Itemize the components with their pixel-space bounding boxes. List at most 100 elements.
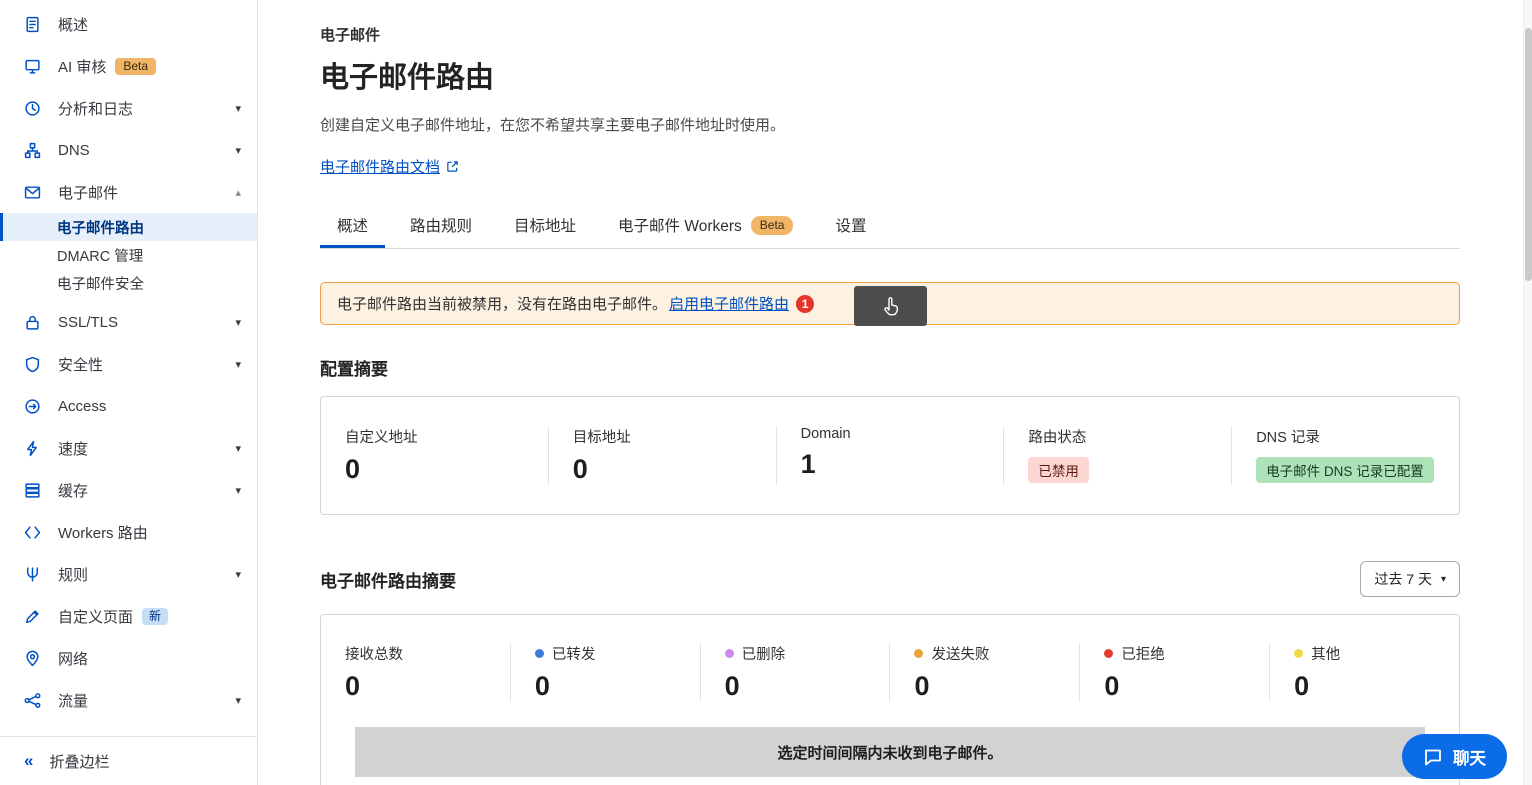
access-icon bbox=[24, 398, 43, 415]
new-badge: 新 bbox=[142, 608, 168, 625]
hand-pointer-icon bbox=[879, 294, 903, 318]
section-eyebrow: 电子邮件 bbox=[320, 24, 1460, 45]
stat-value: 0 bbox=[535, 671, 676, 702]
sidebar-item-dmarc[interactable]: DMARC 管理 bbox=[0, 241, 257, 269]
stat-delivery-failed: 发送失败 0 bbox=[889, 643, 1079, 702]
tab-overview[interactable]: 概述 bbox=[320, 204, 385, 248]
beta-badge: Beta bbox=[751, 216, 794, 235]
stat-routing-status: 路由状态 已禁用 bbox=[1003, 426, 1231, 485]
sidebar-item-access[interactable]: Access bbox=[0, 385, 257, 427]
tab-label: 概述 bbox=[337, 214, 368, 236]
sidebar-item-label: 电子邮件安全 bbox=[57, 273, 144, 294]
stat-label: 自定义地址 bbox=[345, 426, 524, 447]
config-summary-card: 自定义地址 0 目标地址 0 Domain 1 路由状态 已禁用 DNS 记录 … bbox=[320, 396, 1460, 515]
period-dropdown[interactable]: 过去 7 天 ▾ bbox=[1360, 561, 1460, 597]
tab-label: 设置 bbox=[835, 214, 866, 236]
page-description: 创建自定义电子邮件地址，在您不希望共享主要电子邮件地址时使用。 bbox=[320, 114, 1460, 135]
period-dropdown-value: 过去 7 天 bbox=[1374, 569, 1432, 589]
scrollbar[interactable] bbox=[1523, 0, 1532, 785]
page-title: 电子邮件路由 bbox=[320, 54, 1460, 96]
stat-value: 0 bbox=[573, 454, 752, 485]
chevron-down-icon: ▾ bbox=[235, 102, 241, 115]
stat-value: 1 bbox=[801, 449, 980, 480]
forwarded-dot bbox=[535, 649, 544, 658]
sidebar-item-security[interactable]: 安全性 ▾ bbox=[0, 343, 257, 385]
branch-icon bbox=[24, 692, 43, 709]
sidebar-item-label: 电子邮件路由 bbox=[57, 217, 144, 238]
external-link-icon bbox=[446, 160, 459, 173]
sidebar-item-label: 网络 bbox=[58, 648, 88, 669]
trident-icon bbox=[24, 566, 43, 583]
alert-message: 电子邮件路由当前被禁用，没有在路由电子邮件。 bbox=[337, 293, 667, 314]
chevron-down-icon: ▾ bbox=[235, 358, 241, 371]
sidebar-item-traffic[interactable]: 流量 ▾ bbox=[0, 679, 257, 721]
stat-label: 已删除 bbox=[742, 643, 786, 664]
tab-email-workers[interactable]: 电子邮件 Workers Beta bbox=[601, 204, 810, 248]
database-icon bbox=[24, 482, 43, 499]
sidebar-item-email[interactable]: 电子邮件 ▴ bbox=[0, 171, 257, 213]
sidebar-item-rules[interactable]: 规则 ▾ bbox=[0, 553, 257, 595]
monitor-icon bbox=[24, 58, 43, 75]
sidebar-item-label: 概述 bbox=[58, 14, 88, 35]
sidebar-item-label: 电子邮件 bbox=[58, 182, 118, 203]
stat-label: Domain bbox=[801, 426, 980, 442]
dns-hierarchy-icon bbox=[24, 142, 43, 159]
sidebar-item-email-security[interactable]: 电子邮件安全 bbox=[0, 269, 257, 297]
failed-dot bbox=[914, 649, 923, 658]
stat-forwarded: 已转发 0 bbox=[510, 643, 700, 702]
chevron-down-icon: ▾ bbox=[235, 316, 241, 329]
cursor-overlay bbox=[854, 286, 927, 326]
sidebar-item-label: 缓存 bbox=[58, 480, 88, 501]
sidebar-item-label: 速度 bbox=[58, 438, 88, 459]
sidebar-item-analytics[interactable]: 分析和日志 ▾ bbox=[0, 87, 257, 129]
sidebar-item-speed[interactable]: 速度 ▾ bbox=[0, 427, 257, 469]
sidebar-item-label: Access bbox=[58, 398, 106, 415]
stat-custom-addresses: 自定义地址 0 bbox=[321, 426, 548, 485]
sidebar-item-network[interactable]: 网络 bbox=[0, 637, 257, 679]
tab-settings[interactable]: 设置 bbox=[818, 204, 883, 248]
collapse-sidebar-button[interactable]: « 折叠边栏 bbox=[0, 736, 257, 785]
doc-link[interactable]: 电子邮件路由文档 bbox=[320, 156, 459, 177]
sidebar-item-dns[interactable]: DNS ▾ bbox=[0, 129, 257, 171]
sidebar-item-email-routing[interactable]: 电子邮件路由 bbox=[0, 213, 257, 241]
sidebar-item-cache[interactable]: 缓存 ▾ bbox=[0, 469, 257, 511]
stat-label: 已转发 bbox=[552, 643, 596, 664]
collapse-label: 折叠边栏 bbox=[49, 751, 109, 772]
main-content: 电子邮件 电子邮件路由 创建自定义电子邮件地址，在您不希望共享主要电子邮件地址时… bbox=[258, 0, 1532, 785]
shield-icon bbox=[24, 356, 43, 373]
map-pin-icon bbox=[24, 650, 43, 667]
sidebar-item-ai-review[interactable]: AI 审核 Beta bbox=[0, 45, 257, 87]
tab-destination-addresses[interactable]: 目标地址 bbox=[497, 204, 593, 248]
sidebar-item-label: 规则 bbox=[58, 564, 88, 585]
stat-domain: Domain 1 bbox=[776, 426, 1004, 485]
envelope-icon bbox=[24, 184, 43, 201]
sidebar-item-label: 分析和日志 bbox=[58, 98, 133, 119]
empty-state-message: 选定时间间隔内未收到电子邮件。 bbox=[355, 727, 1425, 777]
tab-routing-rules[interactable]: 路由规则 bbox=[393, 204, 489, 248]
sidebar-item-label: 流量 bbox=[58, 690, 88, 711]
stat-value: 0 bbox=[1104, 671, 1245, 702]
sidebar-item-workers-routes[interactable]: Workers 路由 bbox=[0, 511, 257, 553]
scrollbar-thumb[interactable] bbox=[1525, 28, 1532, 281]
sidebar-item-label: DMARC 管理 bbox=[57, 245, 143, 266]
doc-link-label: 电子邮件路由文档 bbox=[320, 156, 440, 177]
chevron-down-icon: ▾ bbox=[1441, 574, 1446, 585]
tab-bar: 概述 路由规则 目标地址 电子邮件 Workers Beta 设置 bbox=[320, 204, 1460, 249]
enable-email-routing-link[interactable]: 启用电子邮件路由 bbox=[669, 293, 789, 314]
chevron-down-icon: ▾ bbox=[235, 144, 241, 157]
chevron-down-icon: ▾ bbox=[235, 484, 241, 497]
sidebar-item-custom-pages[interactable]: 自定义页面 新 bbox=[0, 595, 257, 637]
status-badge-dns-configured: 电子邮件 DNS 记录已配置 bbox=[1256, 457, 1434, 483]
stat-value: 0 bbox=[345, 671, 486, 702]
sidebar-item-ssl-tls[interactable]: SSL/TLS ▾ bbox=[0, 301, 257, 343]
sidebar-item-overview[interactable]: 概述 bbox=[0, 3, 257, 45]
document-icon bbox=[24, 16, 43, 33]
dropped-dot bbox=[725, 649, 734, 658]
stat-dns-records: DNS 记录 电子邮件 DNS 记录已配置 bbox=[1231, 426, 1459, 485]
sidebar-nav: 概述 AI 审核 Beta 分析和日志 ▾ DNS ▾ 电子邮件 ▴ bbox=[0, 0, 257, 736]
chat-button[interactable]: 聊天 bbox=[1402, 734, 1507, 779]
rejected-dot bbox=[1104, 649, 1113, 658]
notification-count-badge: 1 bbox=[796, 295, 814, 313]
tab-label: 电子邮件 Workers bbox=[618, 214, 742, 236]
routing-summary-card: 接收总数 0 已转发 0 已删除 0 发送失败 0 bbox=[320, 614, 1460, 785]
